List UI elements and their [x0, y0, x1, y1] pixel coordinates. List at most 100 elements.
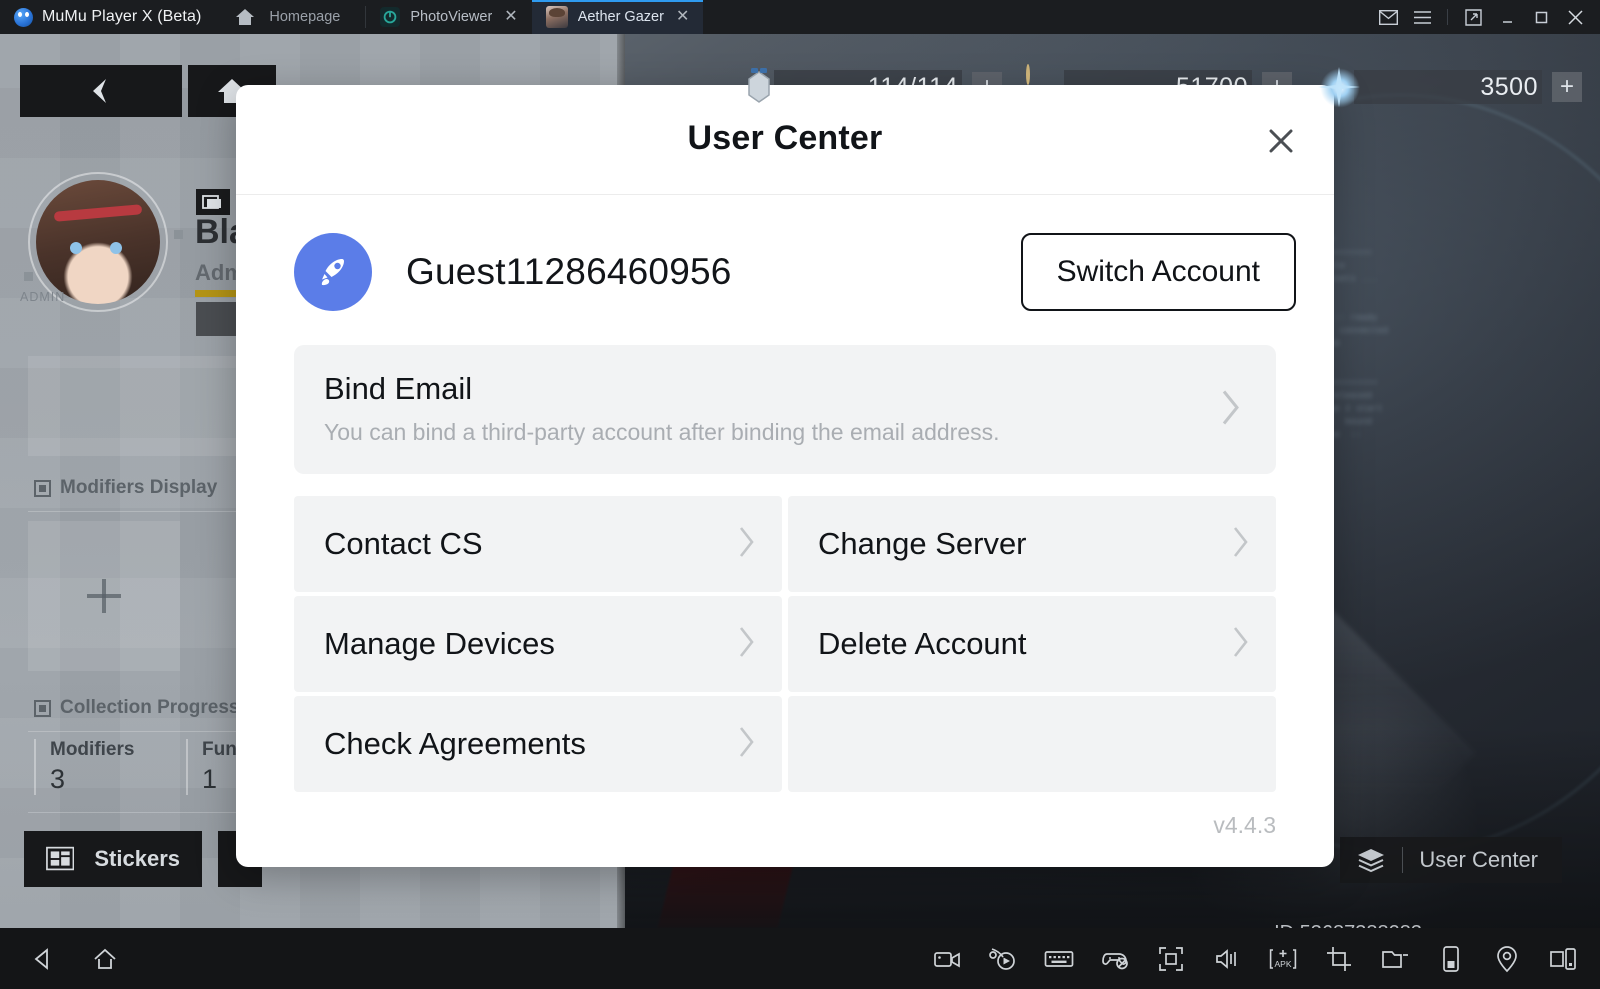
rocket-icon: [294, 233, 372, 311]
app-brand: MuMu Player X (Beta): [0, 0, 217, 34]
user-center-divider: [1402, 847, 1404, 873]
user-center-button[interactable]: User Center: [1340, 837, 1562, 883]
add-modifier-card[interactable]: [28, 521, 180, 671]
crop-screenshot-icon[interactable]: [1322, 942, 1356, 976]
player-avatar[interactable]: ADMIN: [20, 172, 183, 312]
menu-item-manage-devices[interactable]: Manage Devices: [294, 596, 782, 692]
switch-account-button[interactable]: Switch Account: [1020, 233, 1296, 311]
bind-email-title: Bind Email: [324, 371, 473, 406]
dialog-header: User Center: [236, 85, 1334, 195]
menu-item-check-agreements[interactable]: Check Agreements: [294, 696, 782, 792]
stat-modifiers: Modifiers 3: [34, 739, 134, 795]
home-icon: [236, 9, 255, 25]
chevron-right-icon: [1232, 525, 1250, 564]
menu-item-contact-cs[interactable]: Contact CS: [294, 496, 782, 592]
stat-modifiers-value: 3: [50, 764, 66, 794]
user-center-label: User Center: [1419, 847, 1538, 872]
homepage-tab[interactable]: Homepage: [217, 0, 367, 34]
emulator-titlebar: MuMu Player X (Beta) Homepage PhotoViewe…: [0, 0, 1600, 34]
menu-label: Delete Account: [818, 626, 1027, 661]
stickers-button[interactable]: Stickers: [24, 831, 202, 887]
section-marker-icon: [34, 699, 51, 717]
account-row: Guest11286460956 Switch Account: [236, 195, 1334, 311]
gems-plus-button[interactable]: +: [1552, 72, 1582, 102]
chevron-right-icon: [738, 525, 756, 564]
shared-folder-icon[interactable]: [1378, 942, 1412, 976]
menu-item-placeholder: [788, 696, 1276, 792]
tab-photoviewer-label: PhotoViewer: [410, 9, 493, 25]
keyboard-icon[interactable]: [1042, 942, 1076, 976]
avatar-dot-left: [24, 272, 33, 281]
fullscreen-icon[interactable]: [1154, 942, 1188, 976]
chevron-right-icon: [738, 725, 756, 764]
homepage-label: Homepage: [269, 9, 341, 25]
app-version: v4.4.3: [1213, 812, 1276, 838]
avatar-image: [36, 180, 160, 304]
multi-window-icon[interactable]: [1546, 942, 1580, 976]
plus-icon: [87, 579, 121, 613]
tab-photoviewer[interactable]: PhotoViewer ✕: [366, 0, 531, 34]
screen-root: MuMu Player X (Beta) Homepage PhotoViewe…: [0, 0, 1600, 989]
avatar-dot-right: [174, 230, 183, 239]
mail-icon[interactable]: [1371, 0, 1405, 34]
minimize-icon[interactable]: [1490, 0, 1524, 34]
menu-label: Contact CS: [324, 526, 483, 561]
menu-label: Change Server: [818, 526, 1027, 561]
gems-value: 3500: [1354, 70, 1542, 104]
coin-icon: [1026, 64, 1072, 108]
resource-gems[interactable]: 3500 +: [1316, 66, 1582, 110]
section-modifiers-display: Modifiers Display: [34, 477, 217, 499]
tab-aether-gazer-close-icon[interactable]: ✕: [674, 9, 691, 25]
bind-email-subtitle: You can bind a third-party account after…: [324, 419, 1000, 445]
chevron-right-icon: [1220, 387, 1242, 432]
menu-icon[interactable]: [1405, 0, 1439, 34]
tab-aether-gazer[interactable]: Aether Gazer ✕: [531, 0, 704, 34]
tab-photoviewer-close-icon[interactable]: ✕: [502, 9, 519, 25]
macro-play-icon[interactable]: [986, 942, 1020, 976]
menu-item-change-server[interactable]: Change Server: [788, 496, 1276, 592]
emulator-toolbar: APK: [0, 928, 1600, 989]
stat-modifiers-label: Modifiers: [50, 739, 135, 760]
titlebar-spacer: [703, 0, 1371, 34]
chevron-left-icon: [93, 79, 106, 103]
admin-tag: ADMIN: [20, 290, 66, 304]
gamepad-disabled-icon[interactable]: [1098, 942, 1132, 976]
svg-text:APK: APK: [1274, 959, 1291, 969]
emulator-tool-icons: APK: [930, 942, 1600, 976]
android-nav-buttons: [0, 942, 122, 976]
dialog-title: User Center: [687, 119, 883, 157]
menu-label: Check Agreements: [324, 726, 586, 761]
close-icon[interactable]: [1558, 0, 1592, 34]
android-home-icon[interactable]: [88, 942, 122, 976]
location-icon[interactable]: [1490, 942, 1524, 976]
aether-gazer-icon: [545, 6, 568, 28]
mumu-logo-icon: [14, 7, 33, 27]
chevron-right-icon: [1232, 625, 1250, 664]
player-frame-icon[interactable]: [196, 189, 230, 215]
game-back-button[interactable]: [20, 65, 182, 117]
menu-item-delete-account[interactable]: Delete Account: [788, 596, 1276, 692]
restore-window-icon[interactable]: [1456, 0, 1490, 34]
stamina-icon: [736, 66, 782, 108]
stickers-icon: [46, 846, 75, 871]
app-title: MuMu Player X (Beta): [42, 8, 202, 25]
controls-divider: [1447, 9, 1448, 25]
photoviewer-icon: [380, 7, 401, 27]
android-back-icon[interactable]: [26, 942, 60, 976]
volume-icon[interactable]: [1210, 942, 1244, 976]
gem-star-icon: [1316, 66, 1362, 110]
section-modifiers-label: Modifiers Display: [60, 477, 218, 498]
rotate-device-icon[interactable]: [1434, 942, 1468, 976]
install-apk-icon[interactable]: APK: [1266, 942, 1300, 976]
maximize-icon[interactable]: [1524, 0, 1558, 34]
layers-icon: [1358, 849, 1385, 873]
record-video-icon[interactable]: [930, 942, 964, 976]
user-center-dialog: User Center Guest11286460956 Switch Acco…: [236, 85, 1334, 867]
section-collection-progress: Collection Progress: [34, 697, 240, 719]
bind-email-row[interactable]: Bind Email You can bind a third-party ac…: [294, 345, 1276, 474]
stickers-label: Stickers: [94, 846, 180, 871]
account-name: Guest11286460956: [406, 251, 732, 292]
dialog-close-icon[interactable]: [1260, 120, 1302, 162]
menu-label: Manage Devices: [324, 626, 555, 661]
section-collection-label: Collection Progress: [60, 697, 240, 718]
